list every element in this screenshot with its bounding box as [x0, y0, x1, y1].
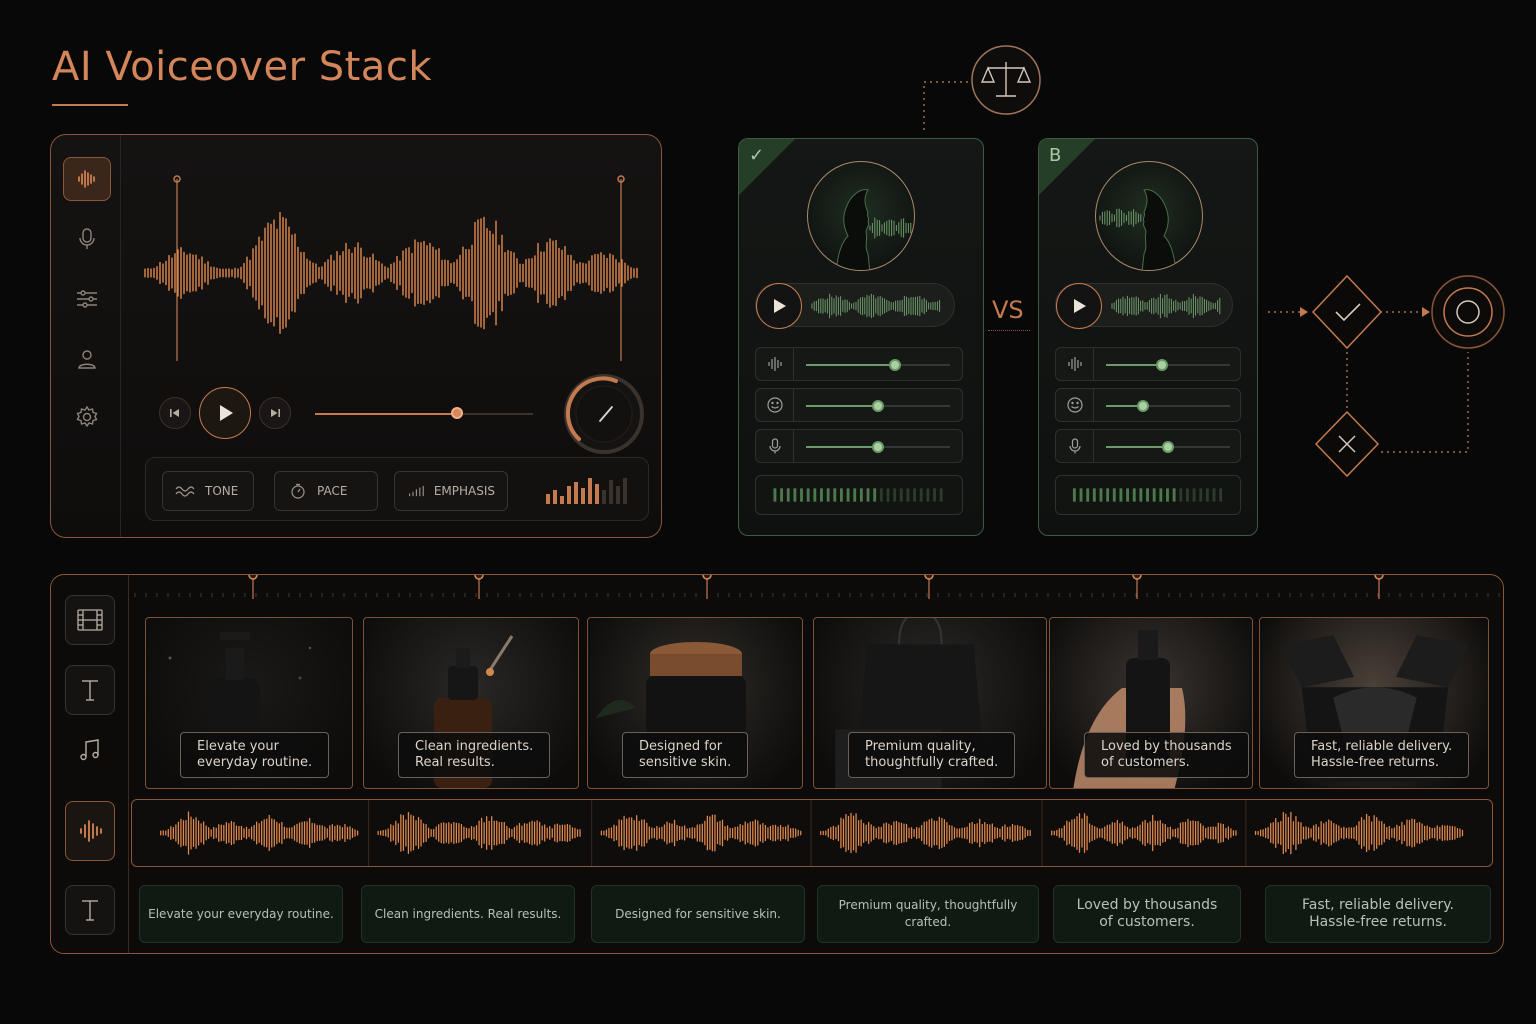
- video-clip-pump-bottle[interactable]: Elevate your everyday routine.: [145, 617, 353, 789]
- reject-x-node[interactable]: [1314, 410, 1380, 478]
- progress-fill: [315, 413, 457, 415]
- clip-marker: [248, 575, 258, 580]
- video-clip-shopping-bag[interactable]: Premium quality, thoughtfully crafted.: [813, 617, 1047, 789]
- clip-marker: [1374, 575, 1384, 580]
- next-button[interactable]: [259, 397, 291, 429]
- waveform-icon: [80, 820, 102, 842]
- video-track-button[interactable]: [65, 595, 115, 645]
- film-icon: [77, 609, 103, 631]
- voice-a-portrait: [807, 161, 915, 271]
- subtitle-track-button[interactable]: [65, 885, 115, 935]
- sidebar-waveform-button[interactable]: [63, 157, 111, 201]
- transport-controls: [157, 374, 647, 454]
- subtitle-block[interactable]: Elevate your everyday routine.: [139, 885, 343, 943]
- text-icon: [82, 680, 98, 701]
- video-clip-cream-jar[interactable]: Designed for sensitive skin.: [587, 617, 803, 789]
- microphone-icon: [768, 438, 781, 454]
- flow-connector-top: [923, 81, 972, 130]
- title-underline: [52, 104, 128, 106]
- sidebar-microphone-button[interactable]: [63, 217, 111, 261]
- clip-marker: [924, 575, 934, 580]
- voiceover-track-button[interactable]: [65, 801, 115, 861]
- pace-button[interactable]: PACE: [274, 471, 378, 511]
- pace-label: PACE: [317, 484, 348, 498]
- text-track-button[interactable]: [65, 665, 115, 715]
- clip-caption: Designed for sensitive skin.: [622, 732, 749, 778]
- clip-marker: [474, 575, 484, 580]
- skip-back-icon: [170, 409, 179, 417]
- sidebar-user-button[interactable]: [63, 337, 111, 381]
- subtitle-block[interactable]: Clean ingredients. Real results.: [361, 885, 575, 943]
- waveform-icon: [78, 170, 95, 188]
- smiley-icon: [766, 397, 783, 413]
- intensity-slider-fill: [806, 364, 896, 366]
- sidebar-settings-button[interactable]: [63, 395, 111, 439]
- music-track-button[interactable]: [65, 725, 115, 775]
- skip-forward-icon: [271, 409, 280, 417]
- emotion-slider-knob[interactable]: [872, 400, 884, 412]
- output-target-icon[interactable]: [1431, 275, 1505, 349]
- emotion-slider-fill: [806, 405, 878, 407]
- mic-slider-fill: [806, 446, 878, 448]
- play-button[interactable]: [199, 387, 251, 439]
- timeline-track-rail: [51, 575, 129, 953]
- mic-slider-knob[interactable]: [872, 441, 884, 453]
- level-meter: [546, 478, 627, 504]
- decision-flow-diagram: [923, 45, 1505, 478]
- flow-connector-reject-to-output: [1381, 352, 1469, 453]
- progress-knob[interactable]: [450, 407, 463, 419]
- stopwatch-icon: [291, 483, 305, 499]
- emphasis-label: EMPHASIS: [433, 484, 495, 498]
- scale-icon: [971, 45, 1041, 115]
- clip-marker: [1132, 575, 1142, 580]
- clip-caption: Fast, reliable delivery. Hassle-free ret…: [1294, 732, 1470, 778]
- voiceover-audio-track[interactable]: [131, 799, 1493, 867]
- voice-controls-bar: TONE PACE EMPHASIS: [145, 457, 649, 521]
- play-icon: [220, 405, 233, 421]
- tone-label: TONE: [205, 484, 239, 498]
- previous-button[interactable]: [159, 397, 191, 429]
- clip-caption: Premium quality, thoughtfully crafted.: [848, 732, 1016, 778]
- clip-caption: Clean ingredients. Real results.: [398, 732, 551, 778]
- video-clip-gift-box[interactable]: Fast, reliable delivery. Hassle-free ret…: [1259, 617, 1489, 789]
- card-a-badge: ✓: [749, 145, 765, 166]
- editor-sidebar: [51, 135, 121, 537]
- approve-check-node[interactable]: [1311, 274, 1383, 350]
- timeline-ruler[interactable]: [131, 575, 1503, 599]
- voice-a-play-button[interactable]: [756, 283, 802, 329]
- clip-caption: Elevate your everyday routine.: [180, 732, 330, 778]
- tone-button[interactable]: TONE: [162, 471, 254, 511]
- sliders-icon: [77, 290, 97, 308]
- subtitle-block[interactable]: Designed for sensitive skin.: [591, 885, 805, 943]
- voice-a-level-meter: [755, 475, 963, 515]
- page-title: AI Voiceover Stack: [52, 44, 432, 90]
- waveform-bars: [144, 212, 638, 334]
- microphone-icon: [79, 228, 95, 249]
- text-icon: [82, 900, 98, 921]
- tone-wave-icon: [175, 486, 195, 497]
- waveform-editor-panel: TONE PACE EMPHASIS: [50, 134, 662, 538]
- bars-icon: [409, 485, 424, 497]
- head-profile-icon: [835, 189, 912, 270]
- user-icon: [78, 350, 96, 369]
- subtitle-block[interactable]: Loved by thousands of customers.: [1053, 885, 1241, 943]
- play-icon: [774, 299, 786, 313]
- volume-dial[interactable]: [561, 373, 647, 455]
- video-clip-hand-bottle[interactable]: Loved by thousands of customers.: [1049, 617, 1253, 789]
- gear-icon: [76, 405, 98, 428]
- music-note-icon: [80, 739, 99, 761]
- card-a-corner: [739, 139, 795, 195]
- waveform-icon: [767, 357, 782, 371]
- clip-marker: [702, 575, 712, 580]
- subtitle-block[interactable]: Premium quality, thoughtfully crafted.: [817, 885, 1039, 943]
- video-timeline-panel: Elevate your everyday routine. Clean ingr…: [50, 574, 1504, 954]
- video-clip-dropper-bottle[interactable]: Clean ingredients. Real results.: [363, 617, 579, 789]
- clip-caption: Loved by thousands of customers.: [1084, 732, 1249, 778]
- sidebar-sliders-button[interactable]: [63, 277, 111, 321]
- voice-b-level-meter: [1055, 475, 1241, 515]
- subtitle-block[interactable]: Fast, reliable delivery. Hassle-free ret…: [1265, 885, 1491, 943]
- main-waveform[interactable]: [139, 165, 649, 375]
- emphasis-button[interactable]: EMPHASIS: [394, 471, 508, 511]
